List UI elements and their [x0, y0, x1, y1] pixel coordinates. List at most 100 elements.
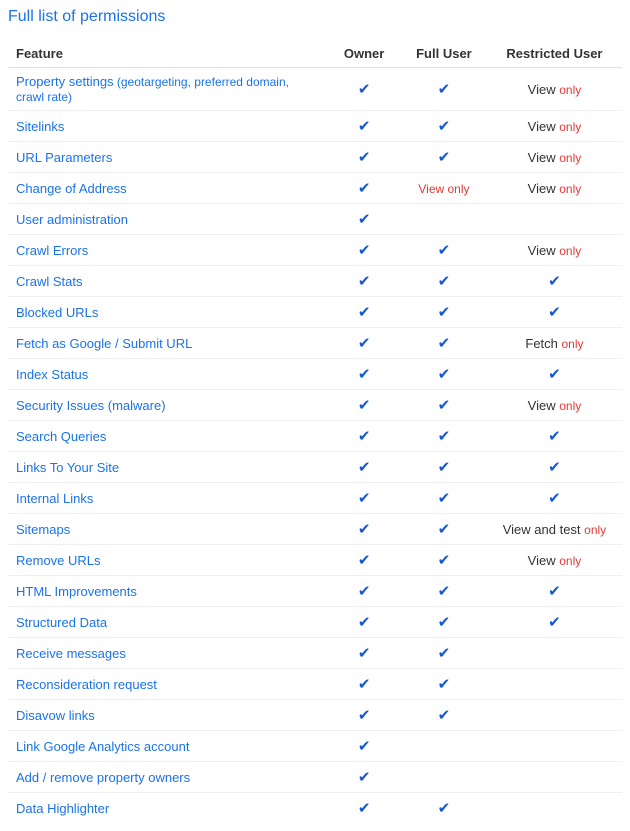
table-row: User administration✔	[8, 204, 622, 235]
table-row: Reconsideration request✔✔	[8, 669, 622, 700]
fulluser-cell	[401, 204, 487, 235]
feature-cell: Crawl Errors	[8, 235, 327, 266]
fulluser-cell: ✔	[401, 390, 487, 421]
restricted-cell: ✔	[487, 359, 622, 390]
table-row: Internal Links✔✔✔	[8, 483, 622, 514]
restricted-cell	[487, 204, 622, 235]
owner-cell: ✔	[327, 483, 401, 514]
table-row: Add / remove property owners✔	[8, 762, 622, 793]
restricted-cell: ✔	[487, 452, 622, 483]
owner-cell: ✔	[327, 731, 401, 762]
feature-cell: Crawl Stats	[8, 266, 327, 297]
restricted-cell	[487, 762, 622, 793]
fulluser-cell: ✔	[401, 514, 487, 545]
feature-cell: Security Issues (malware)	[8, 390, 327, 421]
owner-cell: ✔	[327, 793, 401, 824]
owner-cell: ✔	[327, 514, 401, 545]
owner-cell: ✔	[327, 204, 401, 235]
table-row: Sitemaps✔✔View and test only	[8, 514, 622, 545]
fulluser-cell: ✔	[401, 545, 487, 576]
table-row: Remove URLs✔✔View only	[8, 545, 622, 576]
owner-cell: ✔	[327, 235, 401, 266]
owner-cell: ✔	[327, 297, 401, 328]
owner-cell: ✔	[327, 762, 401, 793]
fulluser-cell	[401, 731, 487, 762]
feature-cell: Index Status	[8, 359, 327, 390]
feature-cell: Reconsideration request	[8, 669, 327, 700]
owner-cell: ✔	[327, 266, 401, 297]
table-row: Property settings (geotargeting, preferr…	[8, 68, 622, 111]
table-row: Sitelinks✔✔View only	[8, 111, 622, 142]
table-row: Disavow links✔✔	[8, 700, 622, 731]
table-row: Index Status✔✔✔	[8, 359, 622, 390]
restricted-cell: ✔	[487, 576, 622, 607]
table-row: Receive messages✔✔	[8, 638, 622, 669]
fulluser-cell: ✔	[401, 235, 487, 266]
restricted-cell	[487, 793, 622, 824]
owner-cell: ✔	[327, 328, 401, 359]
owner-cell: ✔	[327, 390, 401, 421]
owner-cell: ✔	[327, 68, 401, 111]
feature-cell: Remove URLs	[8, 545, 327, 576]
owner-cell: ✔	[327, 359, 401, 390]
fulluser-cell: ✔	[401, 328, 487, 359]
fulluser-cell: ✔	[401, 359, 487, 390]
fulluser-cell: ✔	[401, 700, 487, 731]
restricted-cell: View only	[487, 68, 622, 111]
feature-cell: Links To Your Site	[8, 452, 327, 483]
restricted-cell: View only	[487, 390, 622, 421]
col-header-owner: Owner	[327, 40, 401, 68]
restricted-cell: ✔	[487, 266, 622, 297]
fulluser-cell: ✔	[401, 111, 487, 142]
restricted-cell: ✔	[487, 297, 622, 328]
restricted-cell: View only	[487, 173, 622, 204]
table-header: Feature Owner Full User Restricted User	[8, 40, 622, 68]
restricted-cell: ✔	[487, 607, 622, 638]
restricted-cell: View only	[487, 142, 622, 173]
feature-cell: Internal Links	[8, 483, 327, 514]
restricted-cell: View and test only	[487, 514, 622, 545]
feature-cell: Link Google Analytics account	[8, 731, 327, 762]
restricted-cell	[487, 669, 622, 700]
table-row: Fetch as Google / Submit URL✔✔Fetch only	[8, 328, 622, 359]
permissions-table: Feature Owner Full User Restricted User …	[8, 40, 622, 823]
fulluser-cell: ✔	[401, 669, 487, 700]
restricted-cell: View only	[487, 545, 622, 576]
feature-cell: Property settings (geotargeting, preferr…	[8, 68, 327, 111]
owner-cell: ✔	[327, 576, 401, 607]
feature-cell: Sitemaps	[8, 514, 327, 545]
fulluser-cell: ✔	[401, 68, 487, 111]
feature-cell: Data Highlighter	[8, 793, 327, 824]
owner-cell: ✔	[327, 142, 401, 173]
table-row: Security Issues (malware)✔✔View only	[8, 390, 622, 421]
owner-cell: ✔	[327, 607, 401, 638]
table-row: Blocked URLs✔✔✔	[8, 297, 622, 328]
restricted-cell: ✔	[487, 483, 622, 514]
fulluser-cell: ✔	[401, 483, 487, 514]
owner-cell: ✔	[327, 452, 401, 483]
owner-cell: ✔	[327, 700, 401, 731]
restricted-cell	[487, 700, 622, 731]
fulluser-cell: ✔	[401, 266, 487, 297]
table-row: Search Queries✔✔✔	[8, 421, 622, 452]
fulluser-cell: ✔	[401, 297, 487, 328]
table-row: Link Google Analytics account✔	[8, 731, 622, 762]
restricted-cell: Fetch only	[487, 328, 622, 359]
table-row: Links To Your Site✔✔✔	[8, 452, 622, 483]
col-header-restricted: Restricted User	[487, 40, 622, 68]
owner-cell: ✔	[327, 669, 401, 700]
owner-cell: ✔	[327, 545, 401, 576]
table-row: Data Highlighter✔✔	[8, 793, 622, 824]
fulluser-cell: ✔	[401, 607, 487, 638]
fulluser-cell: View only	[401, 173, 487, 204]
owner-cell: ✔	[327, 173, 401, 204]
feature-cell: Add / remove property owners	[8, 762, 327, 793]
table-row: HTML Improvements✔✔✔	[8, 576, 622, 607]
table-row: Crawl Errors✔✔View only	[8, 235, 622, 266]
col-header-fulluser: Full User	[401, 40, 487, 68]
fulluser-cell: ✔	[401, 638, 487, 669]
feature-cell: Structured Data	[8, 607, 327, 638]
restricted-cell	[487, 638, 622, 669]
table-row: Change of Address✔View onlyView only	[8, 173, 622, 204]
restricted-cell	[487, 731, 622, 762]
